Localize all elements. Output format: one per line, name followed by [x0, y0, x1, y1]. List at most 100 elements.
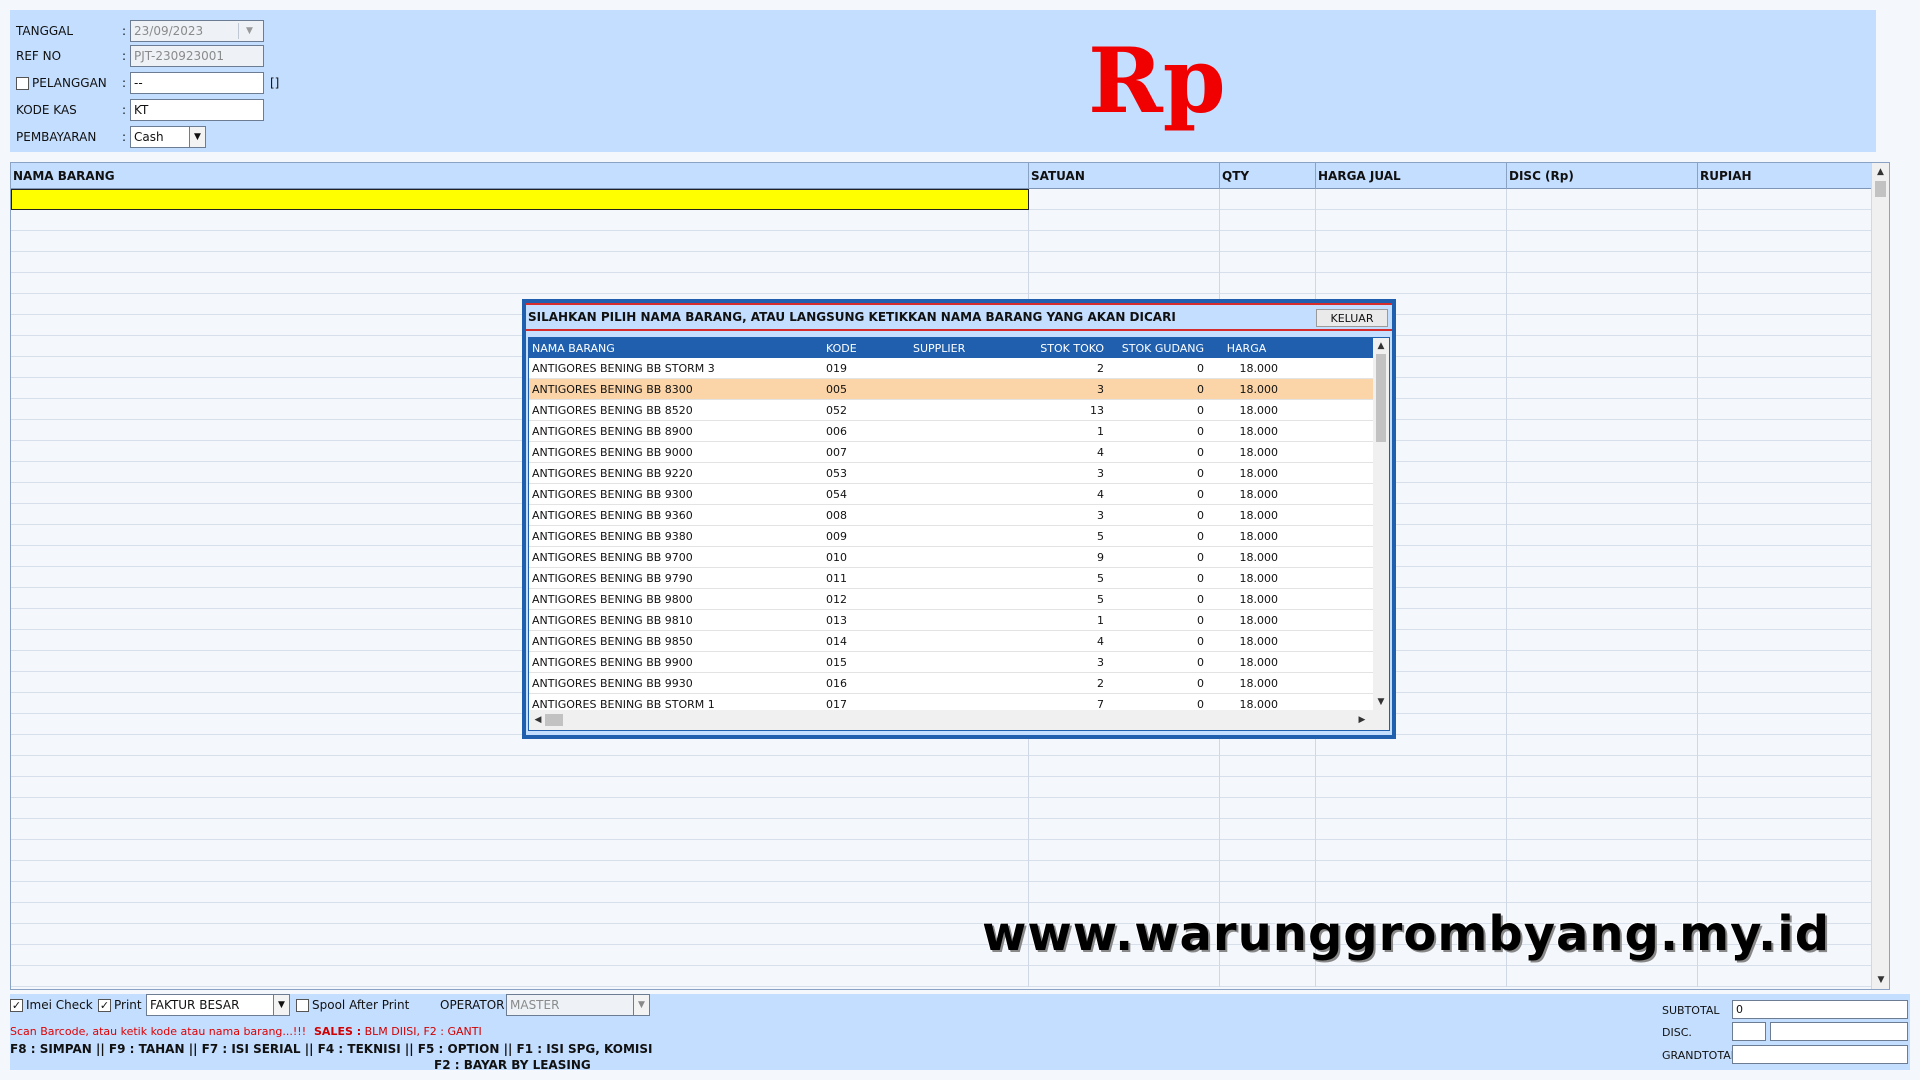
col-satuan[interactable]: SATUAN	[1029, 163, 1220, 189]
grid-cell[interactable]	[1698, 357, 1889, 378]
grid-cell[interactable]	[1220, 210, 1316, 231]
list-item[interactable]: ANTIGORES BENING BB 9900 015 3 0 18.000	[529, 652, 1389, 673]
grid-cell[interactable]	[11, 798, 1029, 819]
picker-hscroll-thumb[interactable]	[545, 714, 563, 726]
grid-cell[interactable]	[1507, 252, 1698, 273]
picker-vertical-scrollbar[interactable]: ▲ ▼	[1373, 338, 1389, 710]
col-harga-jual[interactable]: HARGA JUAL	[1316, 163, 1507, 189]
grid-cell[interactable]	[1698, 840, 1889, 861]
grid-cell[interactable]	[1507, 504, 1698, 525]
active-input-row[interactable]	[11, 189, 1889, 210]
grid-cell[interactable]	[1507, 546, 1698, 567]
grid-cell[interactable]	[1029, 819, 1220, 840]
grid-cell[interactable]	[1698, 546, 1889, 567]
scroll-down-icon[interactable]: ▼	[1872, 971, 1890, 989]
col-qty[interactable]: QTY	[1220, 163, 1316, 189]
print-checkbox[interactable]: ✓	[98, 998, 111, 1012]
grid-cell[interactable]	[1316, 819, 1507, 840]
item-picker-table[interactable]: NAMA BARANG KODE SUPPLIER STOK TOKO STOK…	[528, 337, 1390, 731]
table-row[interactable]	[11, 882, 1889, 903]
grid-cell[interactable]	[1220, 861, 1316, 882]
grid-cell[interactable]	[1698, 504, 1889, 525]
grid-cell[interactable]	[1507, 651, 1698, 672]
table-row[interactable]	[11, 210, 1889, 231]
grid-cell[interactable]	[1698, 756, 1889, 777]
pembayaran-select[interactable]: Cash ▼	[130, 126, 206, 148]
grid-cell[interactable]	[1220, 882, 1316, 903]
grid-cell[interactable]	[1507, 588, 1698, 609]
grid-cell[interactable]	[1698, 609, 1889, 630]
grid-cell[interactable]	[1698, 861, 1889, 882]
grid-cell[interactable]	[1220, 798, 1316, 819]
col-disc[interactable]: DISC (Rp)	[1507, 163, 1698, 189]
table-row[interactable]	[11, 840, 1889, 861]
grid-cell[interactable]	[1507, 357, 1698, 378]
keluar-button[interactable]: KELUAR	[1316, 309, 1388, 327]
grid-cell[interactable]	[1507, 861, 1698, 882]
grid-cell[interactable]	[11, 189, 1029, 210]
disc-percent-field[interactable]	[1732, 1022, 1766, 1041]
grid-cell[interactable]	[1698, 210, 1889, 231]
grid-cell[interactable]	[1507, 840, 1698, 861]
grid-cell[interactable]	[11, 273, 1029, 294]
table-row[interactable]	[11, 231, 1889, 252]
grid-cell[interactable]	[1316, 861, 1507, 882]
grid-cell[interactable]	[1507, 294, 1698, 315]
grid-cell[interactable]	[1507, 273, 1698, 294]
scroll-down-icon[interactable]: ▼	[1373, 694, 1389, 710]
table-row[interactable]	[11, 819, 1889, 840]
table-row[interactable]	[11, 756, 1889, 777]
grid-cell[interactable]	[1220, 777, 1316, 798]
grid-cell[interactable]	[1316, 252, 1507, 273]
grid-cell[interactable]	[11, 882, 1029, 903]
grid-cell[interactable]	[11, 903, 1029, 924]
grid-cell[interactable]	[11, 756, 1029, 777]
grid-cell[interactable]	[11, 819, 1029, 840]
grid-cell[interactable]	[1220, 840, 1316, 861]
spool-checkbox[interactable]	[296, 998, 309, 1012]
grid-cell[interactable]	[1029, 882, 1220, 903]
grid-cell[interactable]	[1698, 252, 1889, 273]
grid-cell[interactable]	[1698, 672, 1889, 693]
list-item[interactable]: ANTIGORES BENING BB STORM 3 019 2 0 18.000	[529, 358, 1389, 379]
list-item[interactable]: ANTIGORES BENING BB 9000 007 4 0 18.000	[529, 442, 1389, 463]
grid-cell[interactable]	[1220, 252, 1316, 273]
print-format-select[interactable]: FAKTUR BESAR ▼	[146, 994, 290, 1016]
grid-cell[interactable]	[1507, 756, 1698, 777]
chevron-down-icon[interactable]: ▼	[633, 995, 649, 1015]
grid-cell[interactable]	[1507, 441, 1698, 462]
grid-cell[interactable]	[11, 777, 1029, 798]
grid-cell[interactable]	[1698, 882, 1889, 903]
grid-cell[interactable]	[1507, 378, 1698, 399]
table-row[interactable]	[11, 798, 1889, 819]
grid-cell[interactable]	[1507, 714, 1698, 735]
scroll-up-icon[interactable]: ▲	[1373, 338, 1389, 354]
grid-cell[interactable]	[1507, 777, 1698, 798]
imei-check-toggle[interactable]: ✓ Imei Check	[10, 994, 93, 1016]
grid-cell[interactable]	[1316, 231, 1507, 252]
grid-cell[interactable]	[1698, 336, 1889, 357]
grid-cell[interactable]	[1029, 861, 1220, 882]
grid-cell[interactable]	[1698, 273, 1889, 294]
grid-cell[interactable]	[1698, 189, 1889, 210]
grid-cell[interactable]	[1698, 483, 1889, 504]
grid-cell[interactable]	[1698, 231, 1889, 252]
grid-cell[interactable]	[1507, 315, 1698, 336]
grid-cell[interactable]	[1316, 840, 1507, 861]
grid-cell[interactable]	[11, 210, 1029, 231]
list-item[interactable]: ANTIGORES BENING BB 9700 010 9 0 18.000	[529, 547, 1389, 568]
grid-cell[interactable]	[1698, 777, 1889, 798]
grid-cell[interactable]	[1698, 441, 1889, 462]
grid-cell[interactable]	[1698, 819, 1889, 840]
grid-cell[interactable]	[1220, 231, 1316, 252]
grid-cell[interactable]	[1507, 399, 1698, 420]
pcol-kode[interactable]: KODE	[823, 338, 910, 358]
table-row[interactable]	[11, 777, 1889, 798]
grid-cell[interactable]	[1029, 756, 1220, 777]
grid-cell[interactable]	[1698, 420, 1889, 441]
grid-cell[interactable]	[1029, 231, 1220, 252]
imei-check-checkbox[interactable]: ✓	[10, 998, 23, 1012]
grid-cell[interactable]	[1029, 273, 1220, 294]
kodekas-field[interactable]: KT	[130, 99, 264, 121]
grid-cell[interactable]	[1507, 693, 1698, 714]
